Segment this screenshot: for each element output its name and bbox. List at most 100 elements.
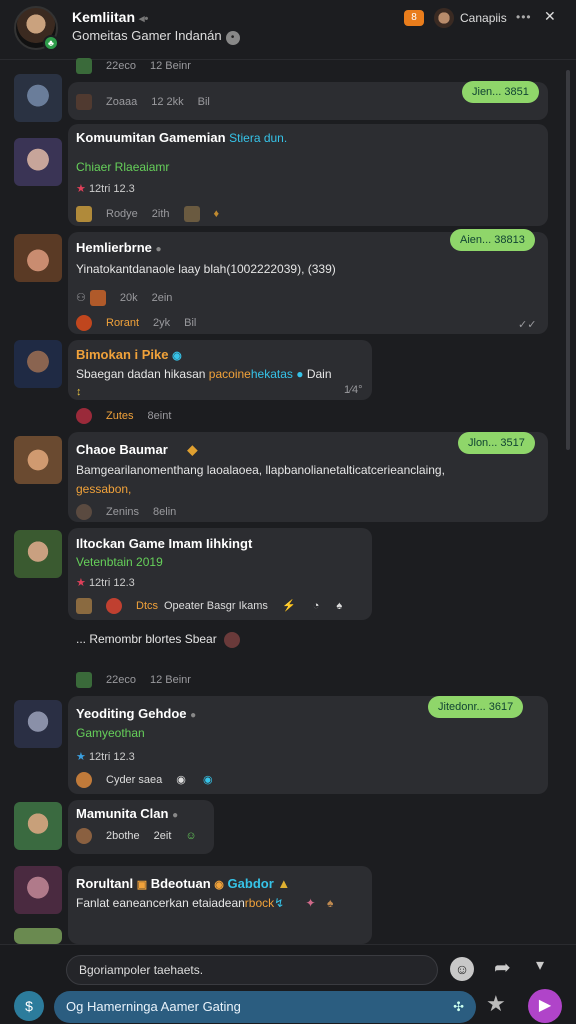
- sender-name[interactable]: Chaoe Baumar ◆: [76, 442, 197, 458]
- info-icon: ◉: [202, 773, 213, 786]
- message-time: 1⁄4°: [344, 384, 363, 396]
- emoji-icon: ●: [296, 367, 304, 381]
- sender-name[interactable]: Mamunita Clan ●: [76, 806, 178, 821]
- reaction-icon: [183, 206, 200, 222]
- reaction-icon: [76, 504, 92, 520]
- channel-avatar[interactable]: ♣: [14, 6, 59, 51]
- timestamp-pill: Jitedonr... 3617: [428, 696, 524, 718]
- pin-icon: ↕: [76, 386, 82, 398]
- message-text: Yinatokantdanaole laay blah(1002222039),…: [76, 262, 336, 276]
- star-icon: ★: [76, 183, 86, 195]
- message-line: Chiaer Rlaeaiamr: [76, 160, 170, 174]
- emoji-icon[interactable]: ☺: [450, 957, 474, 981]
- verified-icon: ●: [190, 710, 197, 721]
- avatar[interactable]: [14, 138, 62, 186]
- message-meta: Zenins 8elin: [76, 504, 190, 520]
- reply-field[interactable]: Bgoriampoler taehaets.: [66, 955, 438, 985]
- sender-name[interactable]: Yeoditing Gehdoe ●: [76, 706, 196, 721]
- smile-icon: ☺: [185, 829, 197, 842]
- reaction-icon: [224, 632, 241, 648]
- avatar[interactable]: [14, 74, 62, 122]
- attach-button[interactable]: $: [14, 991, 44, 1021]
- badge-icon: ▣: [136, 879, 148, 891]
- message-meta: Rorant 2yk Bil: [76, 315, 210, 331]
- reaction-icon: [76, 315, 92, 331]
- read-receipt: ✓✓: [518, 319, 537, 331]
- message-meta: 2bothe 2eit ☺: [76, 828, 211, 844]
- tag-icon: ♠: [336, 599, 343, 612]
- avatar[interactable]: [14, 866, 62, 914]
- avatar[interactable]: [14, 700, 62, 748]
- gamepad-icon[interactable]: ✣: [453, 991, 464, 1023]
- reaction-icon: [76, 828, 92, 844]
- message-text: Sbaegan dadan hikasan pacoinehekatas ● D…: [76, 367, 332, 381]
- reaction-icon: [76, 772, 92, 788]
- avatar[interactable]: [14, 802, 62, 850]
- message-meta: Zoaaa 12 2kk Bil: [76, 94, 224, 110]
- reaction-icon: ✦: [305, 896, 316, 910]
- message-text: gessabon,: [76, 482, 132, 496]
- star-icon: ★: [76, 577, 86, 589]
- timestamp-pill: Jien... 3851: [462, 81, 539, 103]
- reaction-icon: [76, 58, 92, 74]
- reaction-icon: [89, 290, 106, 306]
- user-name[interactable]: Canapiis: [460, 11, 507, 25]
- sender-name[interactable]: Rorultanl ▣ Bdeotuan ◉ Gabdor ▲: [76, 876, 290, 891]
- wave-icon: ↯: [274, 896, 285, 910]
- sender-name[interactable]: Komuumitan Gamemian Stiera dun.: [76, 130, 287, 145]
- message-meta: ⚇ 20k 2ein: [76, 290, 186, 306]
- badge-icon: ◉: [214, 879, 224, 891]
- message-text: Bamgearilanomenthang laoalaoea, llapbano…: [76, 463, 445, 477]
- reaction-icon: [76, 206, 92, 222]
- crown-icon: ◆: [187, 442, 198, 457]
- close-icon[interactable]: ✕: [544, 8, 556, 25]
- reaction-icon: ♠: [326, 896, 334, 910]
- message-meta: Zutes 8eint: [76, 408, 185, 424]
- avatar[interactable]: [14, 340, 62, 388]
- timestamp-pill: Jlon... 3517: [458, 432, 535, 454]
- reaction-icon: [76, 408, 92, 424]
- sender-name[interactable]: Bimokan i Pike ◉: [76, 347, 182, 362]
- avatar[interactable]: [14, 436, 62, 484]
- info-icon[interactable]: •: [225, 31, 240, 45]
- emoji-icon: ◉: [176, 773, 186, 786]
- message-meta: 22eco 12 Beinr: [76, 58, 205, 74]
- lightning-icon: ⚡: [281, 599, 296, 612]
- chat-header: ♣ Kemliitan ◂• Gomeitas Gamer Indanán • 8 …: [0, 0, 576, 60]
- online-badge-icon: ♣: [43, 35, 59, 51]
- share-icon[interactable]: ➦: [494, 955, 511, 980]
- scrollbar[interactable]: [566, 70, 570, 450]
- reaction-icon: [76, 598, 92, 614]
- avatar[interactable]: [14, 928, 62, 944]
- message-input[interactable]: Og Hamerninga Aamer Gating ✣: [54, 991, 476, 1023]
- fire-icon: ♦: [213, 207, 220, 220]
- avatar[interactable]: [14, 530, 62, 578]
- star-icon: ★: [76, 751, 86, 763]
- channel-title[interactable]: Kemliitan ◂•: [72, 9, 148, 25]
- message-meta: Rodye 2ith ♦: [76, 206, 233, 222]
- user-avatar[interactable]: [434, 8, 454, 28]
- sender-name[interactable]: Iltockan Game Imam Iihkingt: [76, 536, 252, 551]
- sticker-icon[interactable]: ▾: [536, 955, 544, 975]
- verified-icon: ●: [155, 244, 162, 255]
- more-options-icon[interactable]: •••: [516, 10, 532, 24]
- system-message: ... Remombr blortes Sbear: [76, 632, 246, 648]
- message-meta: Dtcs Opeater Basgr Ikams ⚡ ◔ ♠: [76, 598, 356, 614]
- message-line: ★ 12tri 12.3: [76, 183, 135, 195]
- star-icon[interactable]: ★: [486, 991, 506, 1017]
- message-line: ★ 12tri 12.3: [76, 577, 135, 589]
- mute-icon: ◂•: [139, 13, 149, 25]
- sender-name[interactable]: Hemlierbrne ●: [76, 240, 162, 255]
- notification-badge[interactable]: 8: [404, 10, 424, 26]
- send-button[interactable]: ▶: [528, 989, 562, 1023]
- reaction-icon: [76, 94, 92, 110]
- reaction-icon: [106, 598, 122, 614]
- avatar[interactable]: [14, 234, 62, 282]
- message-meta: Cyder saea ◉ ◉: [76, 772, 227, 788]
- clock-icon: ◔: [312, 599, 320, 612]
- message-text: Fanlat eaneancerkan etaiadeanrbock↯ ✦ ♠: [76, 896, 334, 910]
- channel-subtitle: Gomeitas Gamer Indanán •: [72, 28, 240, 45]
- timestamp-pill: Aien... 38813: [450, 229, 535, 251]
- verified-icon: ●: [172, 810, 179, 821]
- message-line: ★ 12tri 12.3: [76, 751, 135, 763]
